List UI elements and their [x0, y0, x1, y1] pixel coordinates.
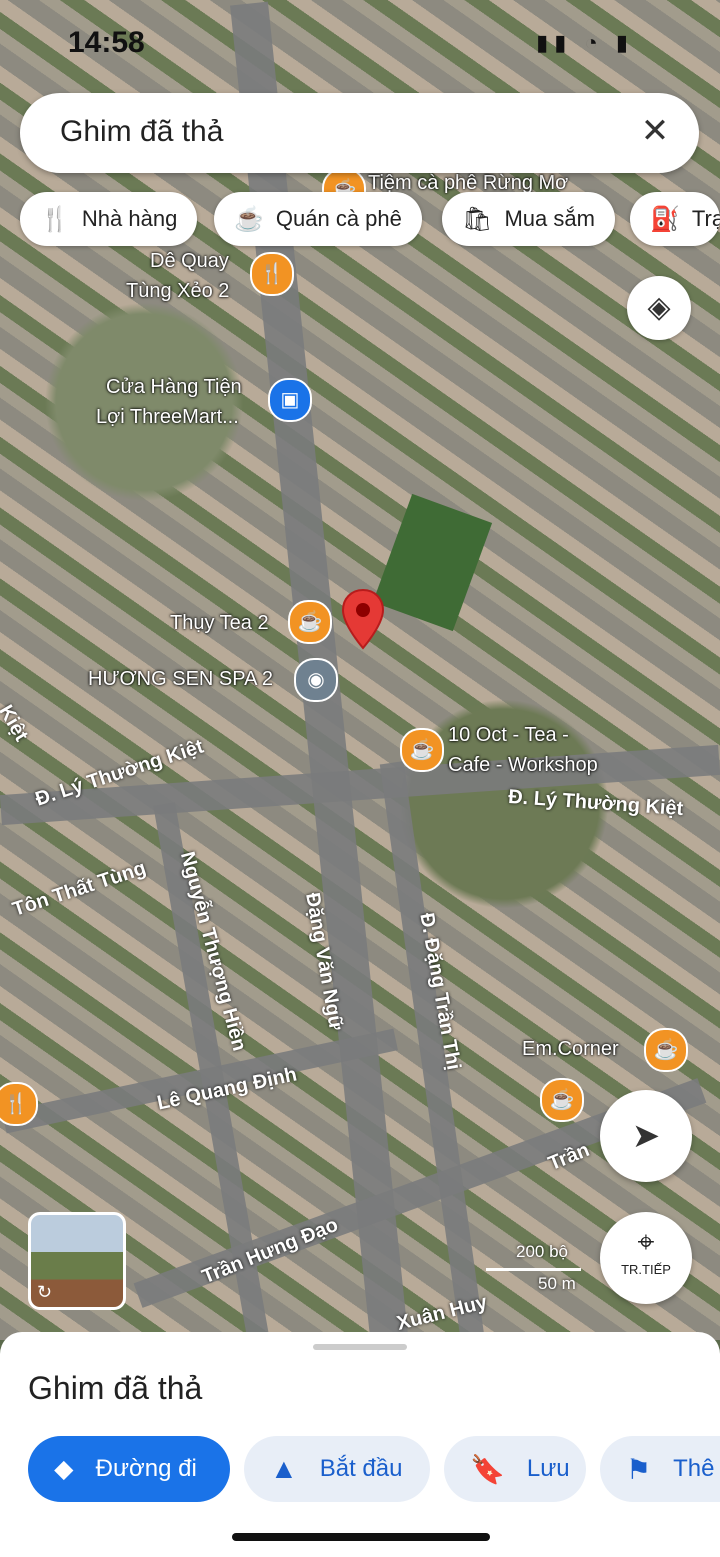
- cafe-poi-icon[interactable]: ☕: [540, 1078, 584, 1122]
- street-label-kiet-edge: Kiệt: [0, 701, 33, 746]
- action-label: Đường đi: [95, 1455, 197, 1482]
- chip-label: Quán cà phê: [275, 206, 402, 231]
- street-view-rotate-icon: ↻: [37, 1282, 53, 1302]
- scale-feet: 200 bộ: [516, 1242, 568, 1261]
- dropped-pin-icon[interactable]: [341, 588, 385, 650]
- poi-label-huong-sen-spa[interactable]: HƯƠNG SEN SPA 2: [88, 668, 273, 691]
- sheet-drag-handle[interactable]: [313, 1344, 407, 1350]
- street-view-thumbnail[interactable]: ↻: [28, 1212, 126, 1310]
- action-label: Bắt đầu: [319, 1455, 403, 1482]
- gas-station-icon: ⛽: [650, 205, 680, 233]
- store-poi-icon[interactable]: ▣: [268, 378, 312, 422]
- map-scale: 200 bộ 50 m: [486, 1242, 586, 1293]
- tr-tiep-label: TR.TIẾP: [621, 1262, 671, 1277]
- layers-icon: ◈: [647, 291, 671, 324]
- chip-label: Nhà hàng: [81, 206, 178, 231]
- chip-shopping[interactable]: 🛍 Mua sắm: [442, 192, 615, 246]
- poi-label-10-oct[interactable]: 10 Oct - Tea -: [448, 724, 569, 747]
- start-arrow-icon: ▲: [270, 1453, 298, 1484]
- poi-label-em-corner[interactable]: Em.Corner: [522, 1038, 619, 1061]
- action-buttons: ⬥ Đường đi ▲ Bắt đầu 🔖 Lưu ⚑ Thê: [0, 1436, 720, 1502]
- chip-gas[interactable]: ⛽ Trạ: [630, 192, 720, 246]
- cafe-poi-icon[interactable]: ☕: [400, 728, 444, 772]
- location-scan-icon: ⌖: [637, 1226, 655, 1259]
- chip-label: Mua sắm: [504, 206, 595, 231]
- shopping-bag-icon: 🛍: [462, 205, 493, 233]
- home-indicator: [232, 1533, 490, 1541]
- layers-button[interactable]: ◈: [627, 276, 691, 340]
- status-time: 14:58: [68, 26, 145, 59]
- save-button[interactable]: 🔖 Lưu: [444, 1436, 586, 1502]
- scale-meters: 50 m: [538, 1274, 576, 1293]
- street-label-ton-that-tung: Tôn Thất Tùng: [9, 857, 149, 921]
- add-label-button[interactable]: ⚑ Thê: [600, 1436, 720, 1502]
- poi-label-threemart[interactable]: Lợi ThreeMart...: [96, 406, 239, 429]
- chip-restaurants[interactable]: 🍴 Nhà hàng: [20, 192, 198, 246]
- directions-button[interactable]: ⬥ Đường đi: [28, 1436, 230, 1502]
- action-label: Thê: [673, 1455, 715, 1482]
- restaurant-poi-icon[interactable]: 🍴: [250, 252, 294, 296]
- bookmark-icon: 🔖: [470, 1453, 505, 1485]
- poi-label-tung-xeo[interactable]: Tùng Xẻo 2: [126, 280, 229, 303]
- navigation-arrow-icon: ➤: [631, 1117, 661, 1155]
- search-query[interactable]: Ghim đã thả: [60, 115, 223, 149]
- coffee-icon: ☕: [234, 205, 264, 233]
- status-bar: 14:58 ▮▮ ◔ ▮: [0, 0, 720, 86]
- search-bar[interactable]: Ghim đã thả ✕: [20, 93, 699, 173]
- cafe-poi-icon[interactable]: ☕: [644, 1028, 688, 1072]
- close-icon[interactable]: ✕: [635, 111, 675, 151]
- flag-icon: ⚑: [626, 1453, 652, 1485]
- sheet-title: Ghim đã thả: [28, 1370, 203, 1406]
- scale-bar: [486, 1268, 581, 1271]
- action-label: Lưu: [526, 1455, 570, 1482]
- poi-label-cua-hang-tien[interactable]: Cửa Hàng Tiện: [106, 376, 242, 399]
- poi-label-thuy-tea[interactable]: Thụy Tea 2: [170, 612, 269, 635]
- start-button[interactable]: ▲ Bắt đầu: [244, 1436, 430, 1502]
- chip-coffee[interactable]: ☕ Quán cà phê: [214, 192, 422, 246]
- poi-label-de-quay[interactable]: Dê Quay: [150, 250, 229, 273]
- tr-tiep-button[interactable]: ⌖ TR.TIẾP: [600, 1212, 692, 1304]
- cafe-poi-icon[interactable]: ☕: [288, 600, 332, 644]
- restaurant-poi-icon[interactable]: 🍴: [0, 1082, 38, 1126]
- status-icons: ▮▮ ◔ ▮: [536, 30, 634, 55]
- chip-label: Trạ: [691, 206, 720, 231]
- poi-label-cafe-workshop[interactable]: Cafe - Workshop: [448, 754, 598, 777]
- my-location-button[interactable]: ➤: [600, 1090, 692, 1182]
- bottom-sheet[interactable]: Ghim đã thả ⬥ Đường đi ▲ Bắt đầu 🔖 Lưu ⚑…: [0, 1332, 720, 1557]
- restaurant-icon: 🍴: [40, 205, 70, 233]
- category-chips: 🍴 Nhà hàng ☕ Quán cà phê 🛍 Mua sắm ⛽ Trạ: [20, 192, 720, 248]
- spa-poi-icon[interactable]: ◉: [294, 658, 338, 702]
- green-field: [372, 493, 493, 632]
- directions-icon: ⬥: [54, 1452, 74, 1484]
- street-label-ly-thuong-kiet-right: Đ. Lý Thường Kiệt: [507, 785, 684, 821]
